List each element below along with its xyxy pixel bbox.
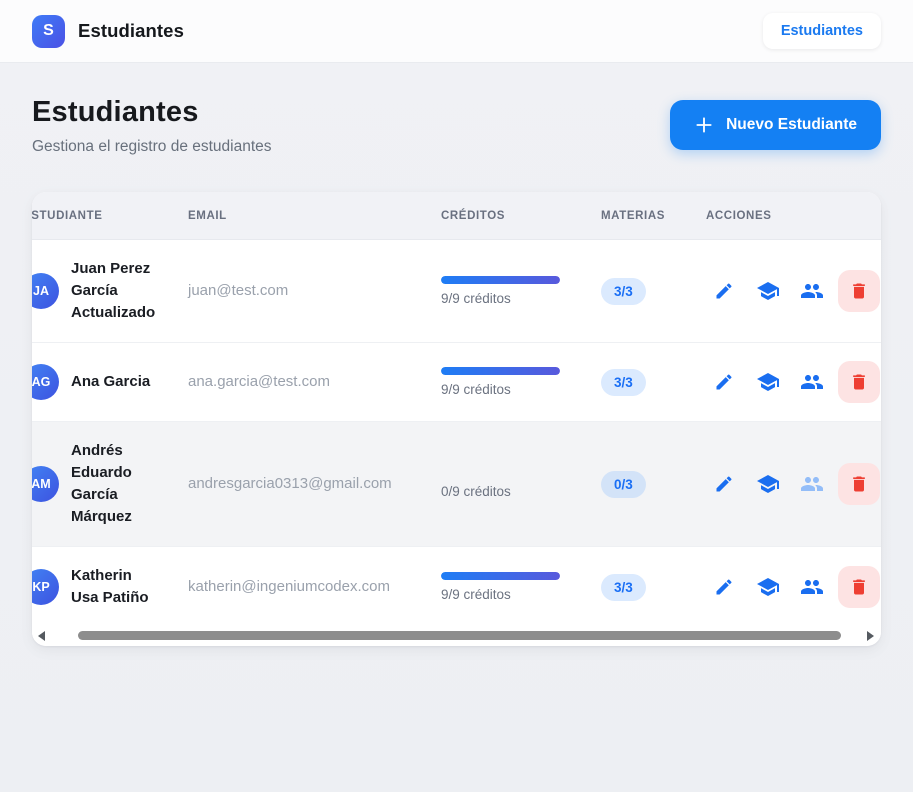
table-row: AM Andrés Eduardo García Márquez andresg…: [32, 422, 881, 547]
student-name: Katherin Usa Patiño: [71, 565, 161, 609]
grades-button[interactable]: [750, 273, 786, 309]
col-header-acciones: ACCIONES: [682, 210, 881, 222]
graduation-cap-icon: [756, 279, 780, 303]
col-header-email: EMAIL: [164, 210, 417, 222]
app-logo-icon: S: [32, 15, 65, 48]
avatar: AM: [32, 466, 59, 502]
student-email: ana.garcia@test.com: [188, 373, 330, 390]
student-email: katherin@ingeniumcodex.com: [188, 578, 390, 595]
edit-button[interactable]: [706, 273, 742, 309]
delete-button[interactable]: [838, 566, 880, 608]
student-email: juan@test.com: [188, 282, 288, 299]
students-table-card: ESTUDIANTE EMAIL CRÉDITOS MATERIAS ACCIO…: [32, 192, 881, 646]
col-header-estudiante: ESTUDIANTE: [32, 210, 164, 222]
trash-icon: [849, 474, 869, 494]
nav-link-estudiantes[interactable]: Estudiantes: [763, 13, 881, 49]
student-name: Juan Perez García Actualizado: [71, 258, 161, 324]
credits-progress-bar: [441, 367, 560, 375]
scrollbar-thumb[interactable]: [78, 631, 841, 640]
pencil-icon: [714, 372, 734, 392]
brand-title: Estudiantes: [78, 20, 184, 42]
credits-progress-bar: [441, 469, 560, 477]
plus-icon: [694, 115, 714, 135]
avatar: AG: [32, 364, 59, 400]
materias-badge: 3/3: [601, 574, 646, 601]
pencil-icon: [714, 281, 734, 301]
student-name: Andrés Eduardo García Márquez: [71, 440, 161, 528]
scroll-right-arrow-icon[interactable]: [867, 631, 874, 641]
new-student-button[interactable]: Nuevo Estudiante: [670, 100, 881, 150]
delete-button[interactable]: [838, 270, 880, 312]
student-name: Ana Garcia: [71, 371, 161, 393]
new-student-button-label: Nuevo Estudiante: [726, 116, 857, 134]
delete-button[interactable]: [838, 463, 880, 505]
pencil-icon: [714, 474, 734, 494]
credits-label: 0/9 créditos: [441, 484, 577, 499]
credits-progress-bar: [441, 276, 560, 284]
table-header-row: ESTUDIANTE EMAIL CRÉDITOS MATERIAS ACCIO…: [32, 192, 881, 240]
credits-label: 9/9 créditos: [441, 291, 577, 306]
people-icon: [800, 575, 824, 599]
scroll-left-arrow-icon[interactable]: [38, 631, 45, 641]
materias-badge: 3/3: [601, 278, 646, 305]
table-viewport: ESTUDIANTE EMAIL CRÉDITOS MATERIAS ACCIO…: [32, 192, 881, 627]
trash-icon: [849, 577, 869, 597]
horizontal-scrollbar[interactable]: [32, 627, 881, 646]
top-navbar: S Estudiantes Estudiantes: [0, 0, 913, 63]
col-header-creditos: CRÉDITOS: [417, 210, 577, 222]
people-icon: [800, 279, 824, 303]
table-row: AG Ana Garcia ana.garcia@test.com 9/9 cr…: [32, 343, 881, 422]
groups-button[interactable]: [794, 569, 830, 605]
delete-button[interactable]: [838, 361, 880, 403]
main-content: Estudiantes Gestiona el registro de estu…: [0, 63, 913, 646]
credits-label: 9/9 créditos: [441, 587, 577, 602]
graduation-cap-icon: [756, 575, 780, 599]
edit-button[interactable]: [706, 364, 742, 400]
edit-button[interactable]: [706, 466, 742, 502]
grades-button[interactable]: [750, 569, 786, 605]
page-title: Estudiantes: [32, 96, 272, 129]
student-email: andresgarcia0313@gmail.com: [188, 475, 392, 492]
grades-button[interactable]: [750, 466, 786, 502]
graduation-cap-icon: [756, 472, 780, 496]
table-row: KP Katherin Usa Patiño katherin@ingenium…: [32, 547, 881, 627]
page-header: Estudiantes Gestiona el registro de estu…: [32, 96, 881, 156]
table-row: JA Juan Perez García Actualizado juan@te…: [32, 240, 881, 343]
materias-badge: 0/3: [601, 471, 646, 498]
people-icon: [800, 370, 824, 394]
col-header-materias: MATERIAS: [577, 210, 682, 222]
page-subtitle: Gestiona el registro de estudiantes: [32, 138, 272, 156]
trash-icon: [849, 372, 869, 392]
brand: S Estudiantes: [32, 15, 184, 48]
avatar: KP: [32, 569, 59, 605]
trash-icon: [849, 281, 869, 301]
groups-button[interactable]: [794, 364, 830, 400]
pencil-icon: [714, 577, 734, 597]
edit-button[interactable]: [706, 569, 742, 605]
table-body: JA Juan Perez García Actualizado juan@te…: [32, 240, 881, 627]
groups-button[interactable]: [794, 273, 830, 309]
grades-button[interactable]: [750, 364, 786, 400]
groups-button[interactable]: [794, 466, 830, 502]
graduation-cap-icon: [756, 370, 780, 394]
credits-label: 9/9 créditos: [441, 382, 577, 397]
materias-badge: 3/3: [601, 369, 646, 396]
credits-progress-bar: [441, 572, 560, 580]
people-icon: [800, 472, 824, 496]
avatar: JA: [32, 273, 59, 309]
